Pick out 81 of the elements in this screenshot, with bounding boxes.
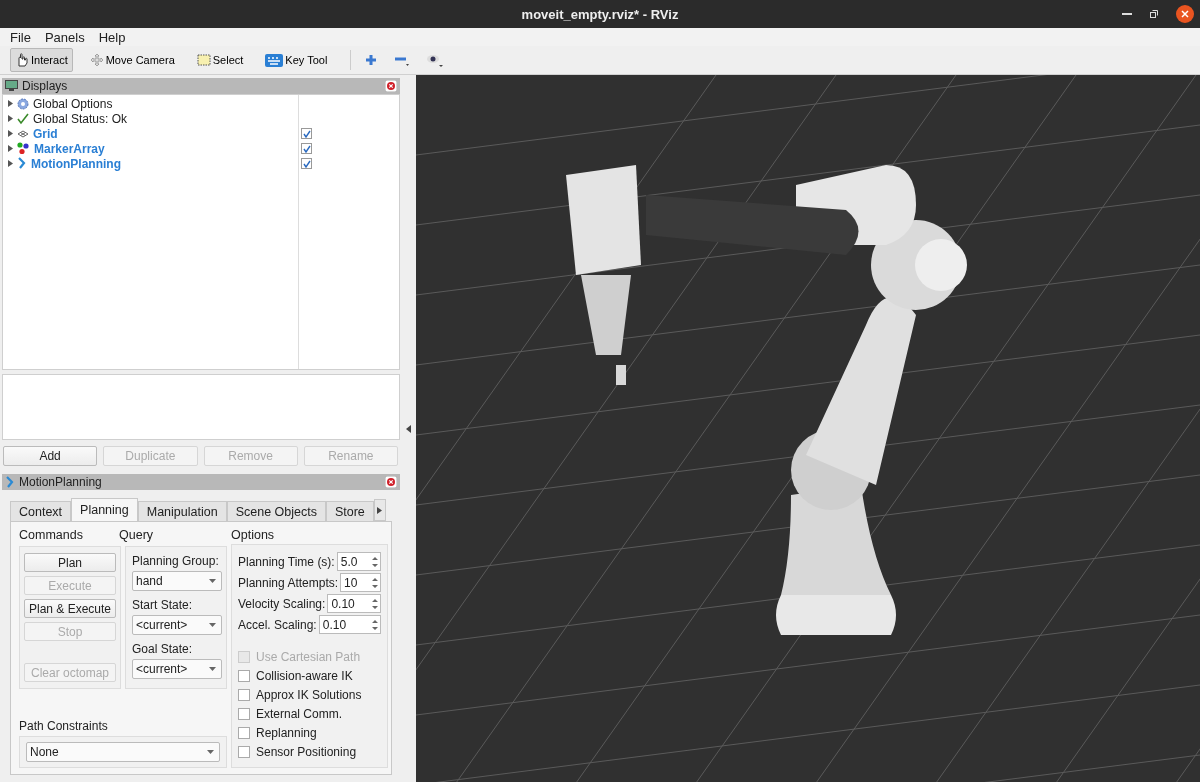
tree-item[interactable]: MarkerArray — [34, 141, 105, 156]
tab[interactable]: Planning — [71, 498, 138, 521]
checkbox[interactable] — [301, 143, 312, 154]
arm-icon — [5, 475, 15, 489]
field-label: Planning Time (s): — [238, 554, 335, 569]
expand-arrow-icon[interactable] — [8, 160, 13, 167]
keyboard-icon — [265, 53, 284, 67]
tab[interactable]: Manipulation — [137, 501, 227, 521]
dropdown[interactable]: <current> — [132, 659, 222, 679]
panel-button[interactable]: Add — [3, 446, 98, 466]
tree-item[interactable]: Grid — [33, 126, 58, 141]
dropdown-arrow-icon — [209, 579, 216, 583]
checkbox-label: Collision-aware IK — [256, 668, 353, 683]
spin-box[interactable]: 10 — [340, 573, 382, 592]
checkbox[interactable] — [238, 745, 250, 758]
section-heading: Commands — [19, 528, 84, 544]
checkbox[interactable] — [238, 688, 250, 701]
tab[interactable]: Store — [325, 501, 374, 521]
dropdown[interactable]: None — [26, 742, 220, 762]
eye-icon[interactable] — [427, 53, 444, 67]
panel-title: Displays — [22, 79, 69, 93]
menu-item[interactable]: Help — [96, 29, 128, 45]
spin-box[interactable]: 0.10 — [318, 615, 382, 634]
tool-button[interactable]: Key Tool — [260, 48, 333, 72]
field-label: Path Constraints — [19, 718, 109, 735]
checkbox-label: External Comm. — [256, 706, 343, 721]
gear-icon — [17, 97, 29, 110]
close-icon[interactable] — [1176, 5, 1194, 23]
tool-button[interactable]: Move Camera — [84, 48, 180, 72]
checkbox[interactable] — [238, 669, 250, 682]
checkbox-label: Use Cartesian Path — [256, 649, 361, 664]
tree-item[interactable]: MotionPlanning — [31, 156, 121, 171]
checkbox[interactable] — [238, 726, 250, 739]
field-label: Planning Group: — [132, 553, 220, 570]
window-title: moveit_empty.rviz* - RViz — [521, 6, 679, 22]
move-arrows-icon — [89, 53, 104, 67]
expand-arrow-icon[interactable] — [8, 115, 13, 122]
expand-arrow-icon[interactable] — [8, 100, 13, 107]
command-button[interactable]: Plan & Execute — [24, 599, 116, 618]
dropdown-arrow-icon — [207, 750, 214, 754]
field-label: Goal State: — [132, 641, 194, 658]
expand-arrow-icon[interactable] — [8, 145, 13, 152]
spin-box[interactable]: 5.0 — [336, 552, 382, 571]
tree-item[interactable]: Global Status: Ok — [33, 111, 128, 126]
restore-icon[interactable] — [1150, 10, 1158, 18]
expand-arrow-icon[interactable] — [8, 130, 13, 137]
field-label: Accel. Scaling: — [238, 617, 317, 632]
command-button[interactable]: Plan — [24, 553, 116, 572]
selection-icon — [196, 54, 211, 66]
tab[interactable]: Scene Objects — [226, 501, 326, 521]
markers-icon — [17, 142, 30, 155]
checkbox[interactable] — [301, 128, 312, 139]
field-label: Velocity Scaling: — [238, 596, 326, 611]
hand-icon — [15, 53, 29, 67]
field-label: Planning Attempts: — [238, 575, 339, 590]
dropdown[interactable]: <current> — [132, 615, 222, 635]
checkbox[interactable] — [238, 707, 250, 720]
dropdown[interactable]: hand — [132, 571, 222, 591]
arm-icon — [17, 157, 27, 170]
tab[interactable]: Context — [10, 501, 72, 521]
dropdown-arrow-icon — [209, 667, 216, 671]
grid-icon — [17, 128, 29, 139]
tool-button[interactable]: Interact — [10, 48, 73, 72]
checkbox-label: Replanning — [256, 725, 317, 740]
dropdown-arrow-icon — [209, 623, 216, 627]
menu-item[interactable]: File — [8, 29, 33, 45]
section-heading: Options — [231, 528, 276, 544]
tree-item[interactable]: Global Options — [33, 96, 113, 111]
collapse-arrow-icon[interactable] — [405, 425, 411, 433]
checkmark-icon — [17, 112, 29, 125]
plus-icon[interactable] — [365, 54, 378, 66]
field-label: Start State: — [132, 597, 194, 614]
checkbox-label: Sensor Positioning — [256, 744, 357, 759]
checkbox[interactable] — [301, 158, 312, 169]
checkbox-label: Approx IK Solutions — [256, 687, 362, 702]
section-heading: Query — [119, 528, 154, 544]
menu-item[interactable]: Panels — [42, 29, 87, 45]
monitor-icon — [5, 80, 18, 92]
spin-box[interactable]: 0.10 — [327, 594, 382, 613]
tool-button[interactable]: Select — [191, 48, 249, 72]
panel-title: MotionPlanning — [19, 475, 103, 489]
